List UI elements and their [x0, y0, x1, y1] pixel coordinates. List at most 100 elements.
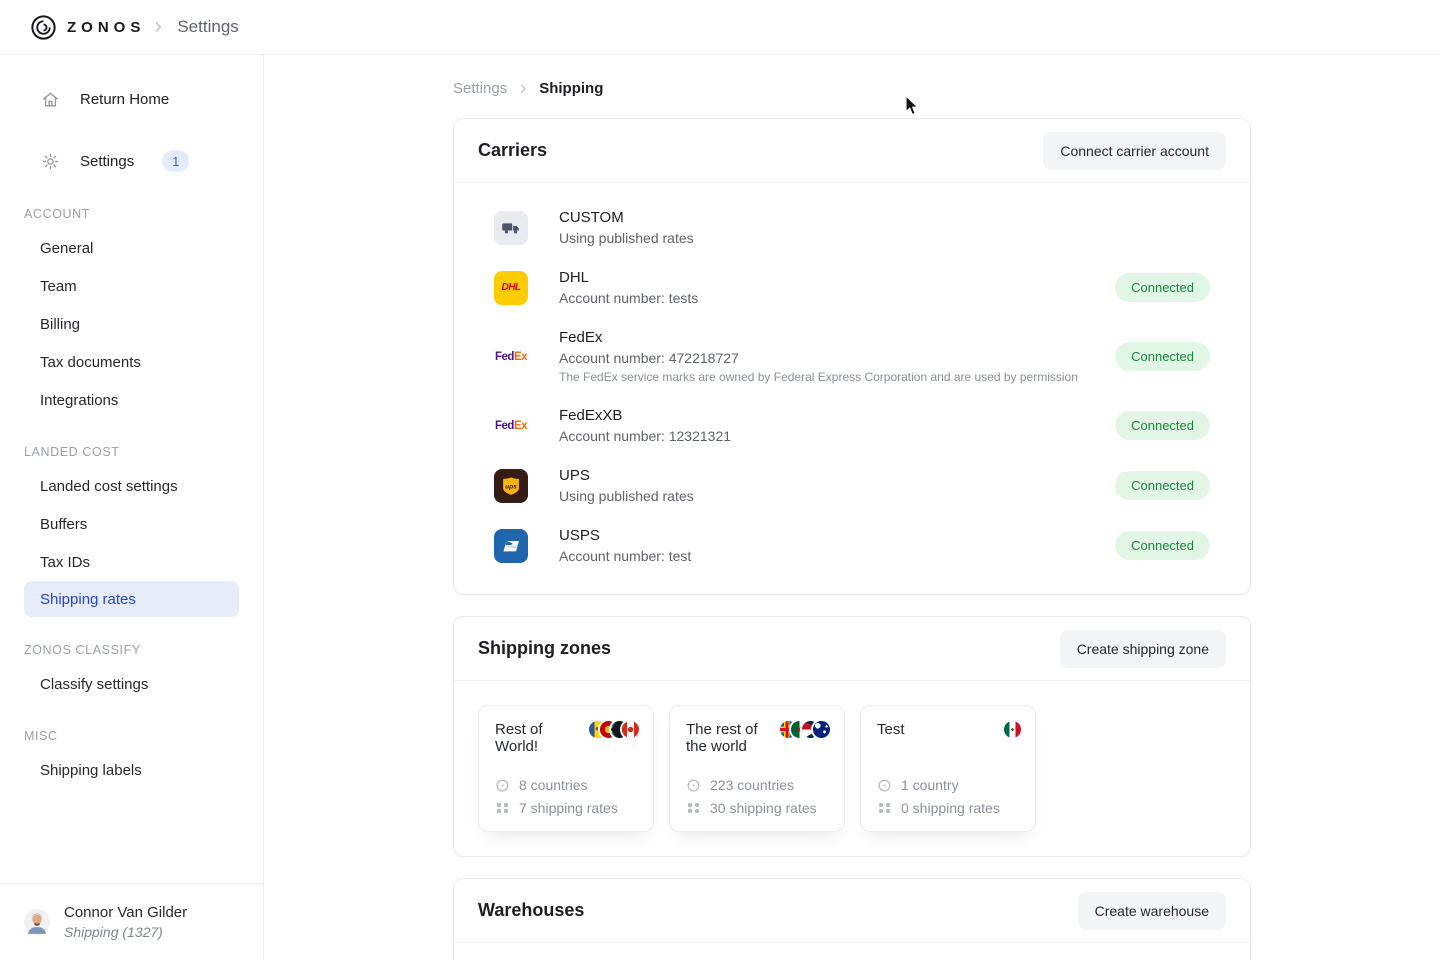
carrier-detail: Using published rates	[559, 230, 1210, 246]
status-badge: Connected	[1115, 273, 1210, 302]
sidebar-item-billing[interactable]: Billing	[0, 305, 263, 343]
svg-text:ups: ups	[505, 483, 517, 490]
zone-card-rest-of-world[interactable]: Rest of World! 8 countries 7 shipping ra…	[478, 705, 654, 832]
topbar-breadcrumb: Settings	[177, 17, 238, 37]
sidebar-item-buffers[interactable]: Buffers	[0, 505, 263, 543]
carriers-title: Carriers	[478, 140, 547, 161]
carrier-row-fedexxb[interactable]: FedEx FedExXB Account number: 12321321 C…	[494, 407, 1210, 444]
carrier-detail: Using published rates	[559, 488, 1115, 504]
sidebar-item-settings[interactable]: Settings 1	[0, 141, 263, 181]
zone-title: Rest of World!	[495, 721, 573, 756]
zone-flags	[786, 721, 830, 738]
sidebar-item-shipping-labels[interactable]: Shipping labels	[0, 751, 263, 789]
zone-countries: 223 countries	[710, 777, 794, 793]
shipping-zones-title: Shipping zones	[478, 638, 611, 659]
carrier-detail: Account number: tests	[559, 290, 1115, 306]
sidebar-item-integrations[interactable]: Integrations	[0, 381, 263, 419]
brand-name: ZONOS	[67, 19, 145, 36]
ups-logo-icon: ups	[494, 469, 528, 503]
sidebar-item-general[interactable]: General	[0, 229, 263, 267]
zone-title: The rest of the world	[686, 721, 764, 756]
carrier-row-usps[interactable]: USPS Account number: test Connected	[494, 527, 1210, 564]
zone-rates: 30 shipping rates	[710, 800, 817, 816]
sidebar-section-misc: MISC	[0, 729, 263, 743]
create-shipping-zone-button[interactable]: Create shipping zone	[1060, 630, 1226, 668]
sidebar: Return Home Settings 1 ACCOUNT General T…	[0, 55, 264, 960]
zone-rates: 0 shipping rates	[901, 800, 1000, 816]
zonos-logo-icon	[30, 14, 57, 41]
sidebar-item-landed-cost-settings[interactable]: Landed cost settings	[0, 467, 263, 505]
zone-countries: 1 country	[901, 777, 959, 793]
user-role: Shipping (1327)	[64, 924, 187, 940]
rates-grid-icon	[686, 803, 701, 813]
flag-icon	[1004, 721, 1021, 738]
settings-count-badge: 1	[162, 150, 189, 172]
carrier-row-ups[interactable]: ups UPS Using published rates Connected	[494, 467, 1210, 504]
status-badge: Connected	[1115, 471, 1210, 500]
sidebar-item-label: Return Home	[80, 91, 169, 108]
sidebar-section-account: ACCOUNT	[0, 207, 263, 221]
carrier-name: DHL	[559, 269, 1115, 286]
chevron-right-icon	[151, 20, 165, 34]
zone-flags	[1010, 721, 1021, 738]
zone-countries: 8 countries	[519, 777, 587, 793]
fedex-logo-icon: FedEx	[494, 340, 528, 374]
carrier-name: CUSTOM	[559, 209, 1210, 226]
dhl-logo-icon: DHL	[494, 271, 528, 305]
shipping-zones-card: Shipping zones Create shipping zone Rest…	[453, 616, 1251, 857]
sidebar-item-return-home[interactable]: Return Home	[0, 79, 263, 119]
zone-title: Test	[877, 721, 955, 738]
countries-icon	[495, 778, 510, 793]
carrier-row-dhl[interactable]: DHL DHL Account number: tests Connected	[494, 269, 1210, 306]
breadcrumb-settings[interactable]: Settings	[453, 80, 507, 97]
user-name: Connor Van Gilder	[64, 904, 187, 921]
carrier-name: UPS	[559, 467, 1115, 484]
status-badge: Connected	[1115, 411, 1210, 440]
flag-icon	[813, 721, 830, 738]
create-warehouse-button[interactable]: Create warehouse	[1078, 892, 1226, 930]
carrier-detail: Account number: 472218727	[559, 350, 1115, 366]
status-badge: Connected	[1115, 531, 1210, 560]
custom-carrier-truck-icon	[494, 211, 528, 245]
breadcrumb: Settings Shipping	[453, 80, 1251, 97]
zonos-logo[interactable]: ZONOS	[30, 14, 145, 41]
rates-grid-icon	[877, 803, 892, 813]
carrier-name: FedEx	[559, 329, 1115, 346]
user-profile[interactable]: Connor Van Gilder Shipping (1327)	[0, 883, 263, 960]
zone-card-the-rest-of-the-world[interactable]: The rest of the world 223 countries 30 s…	[669, 705, 845, 832]
home-icon	[40, 90, 60, 109]
countries-icon	[686, 778, 701, 793]
sidebar-item-label: Settings	[80, 153, 134, 170]
carrier-name: USPS	[559, 527, 1115, 544]
carriers-card: Carriers Connect carrier account	[453, 118, 1251, 595]
warehouses-card: Warehouses Create warehouse	[453, 878, 1251, 960]
carrier-row-custom[interactable]: CUSTOM Using published rates	[494, 209, 1210, 246]
usps-logo-icon	[494, 529, 528, 563]
status-badge: Connected	[1115, 342, 1210, 371]
sidebar-item-team[interactable]: Team	[0, 267, 263, 305]
warehouses-title: Warehouses	[478, 900, 584, 921]
sidebar-section-zonos-classify: ZONOS CLASSIFY	[0, 643, 263, 657]
sidebar-section-landed-cost: LANDED COST	[0, 445, 263, 459]
fedex-logo-icon: FedEx	[494, 409, 528, 443]
sidebar-item-classify-settings[interactable]: Classify settings	[0, 665, 263, 703]
carrier-name: FedExXB	[559, 407, 1115, 424]
zone-card-test[interactable]: Test 1 country 0 shipping rates	[860, 705, 1036, 832]
topbar: ZONOS Settings	[0, 0, 1440, 55]
chevron-right-icon	[517, 83, 529, 95]
connect-carrier-account-button[interactable]: Connect carrier account	[1043, 132, 1226, 170]
sidebar-item-tax-documents[interactable]: Tax documents	[0, 343, 263, 381]
countries-icon	[877, 778, 892, 793]
sidebar-item-tax-ids[interactable]: Tax IDs	[0, 543, 263, 581]
carrier-detail: Account number: 12321321	[559, 428, 1115, 444]
breadcrumb-shipping: Shipping	[539, 80, 603, 97]
sidebar-item-shipping-rates[interactable]: Shipping rates	[24, 581, 239, 617]
gear-icon	[40, 152, 60, 171]
carrier-row-fedex[interactable]: FedEx FedEx Account number: 472218727 Th…	[494, 329, 1210, 384]
carrier-detail: Account number: test	[559, 548, 1115, 564]
flag-icon	[622, 721, 639, 738]
avatar	[24, 909, 50, 935]
zone-flags	[595, 721, 639, 738]
fedex-trademark-note: The FedEx service marks are owned by Fed…	[559, 370, 1115, 384]
main-content: Settings Shipping Carriers Connect carri…	[264, 55, 1440, 960]
